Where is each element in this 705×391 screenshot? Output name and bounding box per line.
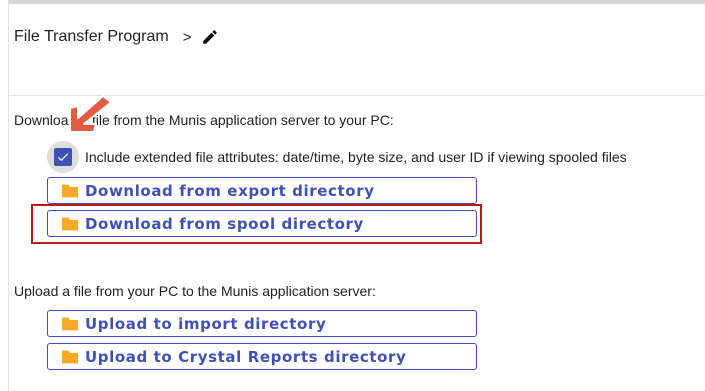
window-left-border [8,0,9,391]
checkbox-focus-halo [47,141,79,173]
folder-icon [62,350,78,363]
folder-icon [62,317,78,330]
download-spool-label: Download from spool directory [85,214,364,233]
extended-attributes-checkbox-row: Include extended file attributes: date/t… [47,141,627,173]
upload-import-label: Upload to import directory [85,314,327,333]
upload-section-label: Upload a file from your PC to the Munis … [14,283,376,299]
download-section-label: Download a file from the Munis applicati… [14,112,394,128]
download-export-label: Download from export directory [85,181,375,200]
breadcrumb-separator: > [182,28,192,46]
pencil-icon[interactable] [201,28,219,46]
checkmark-icon [57,153,69,162]
folder-icon [62,217,78,230]
section-divider [8,95,705,96]
extended-attributes-checkbox[interactable] [54,148,72,166]
folder-icon [62,184,78,197]
upload-crystal-label: Upload to Crystal Reports directory [85,347,407,366]
extended-attributes-label: Include extended file attributes: date/t… [85,149,627,165]
upload-import-button[interactable]: Upload to import directory [47,310,477,337]
window-top-border [8,0,705,4]
download-spool-button[interactable]: Download from spool directory [47,210,477,237]
page-title: File Transfer Program [14,28,169,45]
upload-crystal-button[interactable]: Upload to Crystal Reports directory [47,343,477,370]
download-export-button[interactable]: Download from export directory [47,177,477,204]
page-header: File Transfer Program > [14,26,219,48]
